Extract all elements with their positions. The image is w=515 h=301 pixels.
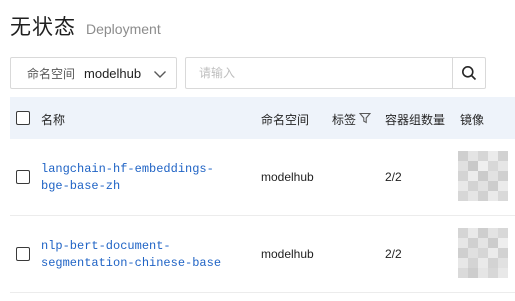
table-row: langchain-hf-embeddings-bge-base-zh mode… <box>10 139 515 216</box>
select-all-checkbox[interactable] <box>16 111 30 125</box>
column-header-namespace: 命名空间 <box>261 113 310 127</box>
page-subtitle: Deployment <box>86 21 161 37</box>
table-header: 名称 命名空间 标签 容器组数量 镜像 <box>10 97 515 139</box>
image-cell-redacted <box>458 151 515 209</box>
search-icon <box>462 66 477 81</box>
page-title: 无状态 <box>10 15 76 39</box>
filter-icon[interactable] <box>359 112 371 124</box>
namespace-select[interactable]: 命名空间 modelhub <box>10 57 177 89</box>
namespace-cell: modelhub <box>261 170 314 184</box>
deployment-name-link[interactable]: nlp-bert-document-segmentation-chinese-b… <box>41 238 241 272</box>
namespace-select-label: 命名空间 <box>27 66 76 81</box>
chevron-down-icon <box>154 71 166 78</box>
column-header-name[interactable]: 名称 <box>41 111 65 128</box>
image-cell-redacted <box>458 228 515 286</box>
pod-count-cell: 2/2 <box>385 170 402 184</box>
table-row: nlp-bert-document-segmentation-chinese-b… <box>10 216 515 293</box>
namespace-select-value: modelhub <box>84 65 142 81</box>
column-header-image: 镜像 <box>460 113 485 127</box>
search-button[interactable] <box>452 58 485 88</box>
page-header: 无状态 Deployment <box>10 11 161 41</box>
deployment-name-link[interactable]: langchain-hf-embeddings-bge-base-zh <box>41 161 241 195</box>
row-checkbox[interactable] <box>16 247 30 261</box>
search-input[interactable] <box>186 58 452 88</box>
namespace-cell: modelhub <box>261 247 314 261</box>
column-header-pod-count: 容器组数量 <box>385 113 446 127</box>
row-checkbox[interactable] <box>16 170 30 184</box>
column-header-labels: 标签 <box>332 113 357 127</box>
deployment-table: 名称 命名空间 标签 容器组数量 镜像 langchain-hf-embeddi… <box>10 97 515 293</box>
pod-count-cell: 2/2 <box>385 247 402 261</box>
search-box <box>185 57 486 89</box>
